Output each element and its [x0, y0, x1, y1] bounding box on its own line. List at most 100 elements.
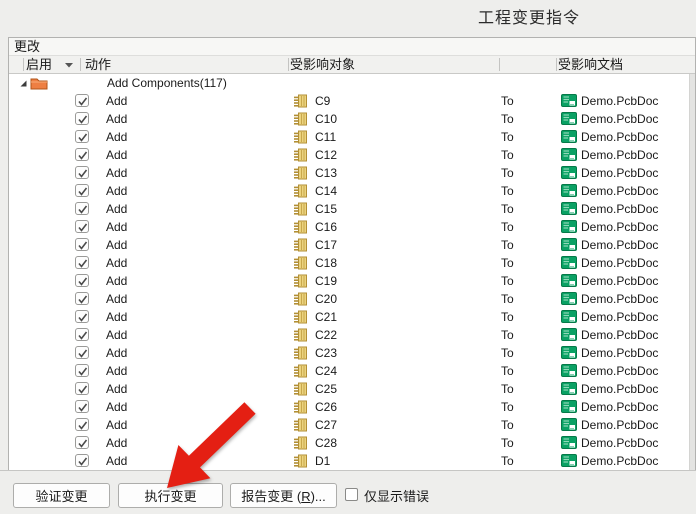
row-enabled-checkbox[interactable]: [75, 274, 89, 287]
object-label: C24: [315, 364, 337, 378]
checkmark-icon: [77, 330, 89, 341]
pcbdoc-icon: [561, 166, 577, 179]
tree-expand-icon[interactable]: [19, 79, 28, 88]
validate-changes-button[interactable]: 验证变更: [13, 483, 110, 508]
row-enabled-checkbox[interactable]: [75, 328, 89, 341]
row-enabled-checkbox[interactable]: [75, 346, 89, 359]
change-row[interactable]: Add C19 To: [9, 272, 695, 290]
row-enabled-checkbox[interactable]: [75, 238, 89, 251]
component-icon: [293, 310, 308, 324]
column-header-affected-document[interactable]: 受影响文档: [558, 57, 623, 73]
action-label: Add: [106, 94, 127, 108]
object-label: C19: [315, 274, 337, 288]
execute-changes-button[interactable]: 执行变更: [118, 483, 223, 508]
row-enabled-checkbox[interactable]: [75, 148, 89, 161]
row-enabled-checkbox[interactable]: [75, 292, 89, 305]
change-row[interactable]: Add C12 To: [9, 146, 695, 164]
action-label: Add: [106, 256, 127, 270]
document-label: Demo.PcbDoc: [581, 418, 658, 432]
change-row[interactable]: Add C28 To: [9, 434, 695, 452]
change-row[interactable]: Add C13 To: [9, 164, 695, 182]
scrollbar-track[interactable]: [689, 74, 695, 470]
component-icon: [293, 256, 308, 270]
pcbdoc-icon: [561, 328, 577, 341]
change-row[interactable]: Add C20 To: [9, 290, 695, 308]
checkmark-icon: [77, 366, 89, 377]
to-label: To: [501, 418, 514, 432]
component-icon: [293, 400, 308, 414]
row-enabled-checkbox[interactable]: [75, 130, 89, 143]
checkmark-icon: [77, 240, 89, 251]
row-enabled-checkbox[interactable]: [75, 454, 89, 467]
change-row[interactable]: Add C17 To: [9, 236, 695, 254]
component-icon: [293, 202, 308, 216]
object-label: D1: [315, 454, 330, 468]
row-enabled-checkbox[interactable]: [75, 220, 89, 233]
object-label: C17: [315, 238, 337, 252]
change-row[interactable]: Add C24 To: [9, 362, 695, 380]
row-enabled-checkbox[interactable]: [75, 184, 89, 197]
change-row[interactable]: Add C23 To: [9, 344, 695, 362]
change-row[interactable]: Add C16 To: [9, 218, 695, 236]
to-label: To: [501, 328, 514, 342]
row-enabled-checkbox[interactable]: [75, 166, 89, 179]
object-label: C11: [315, 130, 336, 144]
document-label: Demo.PcbDoc: [581, 400, 658, 414]
object-label: C26: [315, 400, 337, 414]
action-label: Add: [106, 238, 127, 252]
change-row[interactable]: Add C22 To: [9, 326, 695, 344]
column-header-action[interactable]: 动作: [85, 57, 111, 73]
pcbdoc-icon: [561, 382, 577, 395]
column-divider: [499, 58, 500, 71]
document-label: Demo.PcbDoc: [581, 148, 658, 162]
pcbdoc-icon: [561, 238, 577, 251]
changes-section-label: 更改: [14, 39, 40, 54]
checkmark-icon: [77, 456, 89, 467]
row-enabled-checkbox[interactable]: [75, 112, 89, 125]
document-label: Demo.PcbDoc: [581, 454, 658, 468]
row-enabled-checkbox[interactable]: [75, 382, 89, 395]
change-row[interactable]: Add C27 To: [9, 416, 695, 434]
action-label: Add: [106, 220, 127, 234]
to-label: To: [501, 238, 514, 252]
only-show-errors-checkbox[interactable]: [345, 488, 358, 501]
row-enabled-checkbox[interactable]: [75, 364, 89, 377]
change-row[interactable]: Add C18 To: [9, 254, 695, 272]
component-group-row[interactable]: Add Components(117): [9, 74, 695, 92]
filter-dropdown-icon[interactable]: [65, 63, 74, 68]
report-label-post: )...: [311, 489, 326, 504]
change-row[interactable]: Add D1 To: [9, 452, 695, 470]
checkmark-icon: [77, 402, 89, 413]
change-row[interactable]: Add C15 To: [9, 200, 695, 218]
checkmark-icon: [77, 258, 89, 269]
action-label: Add: [106, 184, 127, 198]
document-label: Demo.PcbDoc: [581, 364, 658, 378]
to-label: To: [501, 400, 514, 414]
row-enabled-checkbox[interactable]: [75, 418, 89, 431]
column-header-affected-object[interactable]: 受影响对象: [290, 57, 355, 73]
row-enabled-checkbox[interactable]: [75, 256, 89, 269]
document-label: Demo.PcbDoc: [581, 130, 658, 144]
change-row[interactable]: Add C10 To: [9, 110, 695, 128]
change-row[interactable]: Add C9 To: [9, 92, 695, 110]
pcbdoc-icon: [561, 256, 577, 269]
report-changes-button[interactable]: 报告变更 (R)...: [230, 483, 337, 508]
change-row[interactable]: Add C26 To: [9, 398, 695, 416]
document-label: Demo.PcbDoc: [581, 346, 658, 360]
action-label: Add: [106, 382, 127, 396]
row-enabled-checkbox[interactable]: [75, 202, 89, 215]
pcbdoc-icon: [561, 292, 577, 305]
change-row[interactable]: Add C21 To: [9, 308, 695, 326]
to-label: To: [501, 274, 514, 288]
row-enabled-checkbox[interactable]: [75, 400, 89, 413]
document-label: Demo.PcbDoc: [581, 112, 658, 126]
action-label: Add: [106, 418, 127, 432]
change-row[interactable]: Add C14 To: [9, 182, 695, 200]
row-enabled-checkbox[interactable]: [75, 94, 89, 107]
column-header-enabled[interactable]: 启用: [26, 57, 52, 73]
change-row[interactable]: Add C11 To: [9, 128, 695, 146]
row-enabled-checkbox[interactable]: [75, 436, 89, 449]
object-label: C14: [315, 184, 337, 198]
row-enabled-checkbox[interactable]: [75, 310, 89, 323]
change-row[interactable]: Add C25 To: [9, 380, 695, 398]
